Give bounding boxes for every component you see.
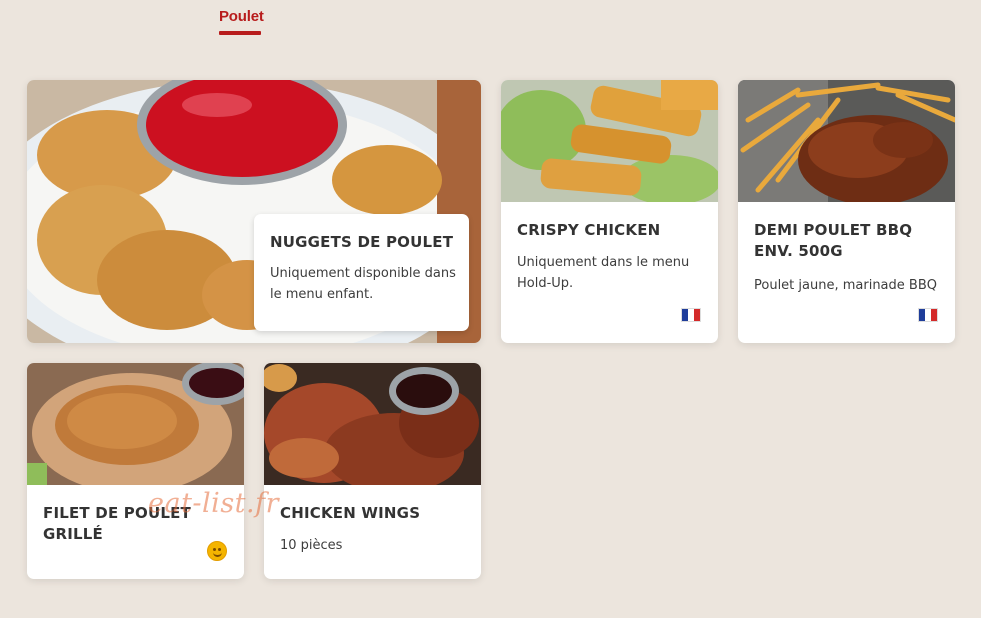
card-title: Chicken wings bbox=[280, 504, 421, 522]
card-title: Filet de poulet grillé bbox=[43, 504, 191, 543]
card-title: Nuggets de poulet bbox=[270, 233, 454, 251]
tab-poulet[interactable]: Poulet bbox=[219, 8, 264, 25]
crispy-chicken-photo bbox=[501, 80, 718, 202]
menu-card-chicken-wings[interactable]: Chicken wings 10 pièces bbox=[264, 363, 481, 579]
menu-card-crispy-chicken[interactable]: Crispy chicken Uniquement dans le menu H… bbox=[501, 80, 718, 343]
card-description: Uniquement dans le menu Hold-Up. bbox=[517, 255, 690, 291]
menu-card-demi-poulet-bbq[interactable]: Demi poulet BBQ env. 500g Poulet jaune, … bbox=[738, 80, 955, 343]
card-title: Crispy chicken bbox=[517, 221, 661, 239]
demi-poulet-bbq-photo bbox=[738, 80, 955, 202]
card-description: 10 pièces bbox=[280, 538, 343, 553]
france-flag-icon bbox=[918, 308, 938, 322]
france-flag-icon bbox=[681, 308, 701, 322]
menu-card-nuggets[interactable]: Nuggets de poulet Uniquement disponible … bbox=[27, 80, 481, 343]
smiley-icon bbox=[207, 541, 227, 561]
menu-card-filet-de-poulet[interactable]: Filet de poulet grillé bbox=[27, 363, 244, 579]
card-description: Poulet jaune, marinade BBQ bbox=[754, 278, 937, 293]
card-description: Uniquement disponible dans le menu enfan… bbox=[270, 266, 456, 302]
filet-de-poulet-photo bbox=[27, 363, 244, 485]
card-title: Demi poulet BBQ env. 500g bbox=[754, 221, 913, 260]
chicken-wings-photo bbox=[264, 363, 481, 485]
active-tab-indicator bbox=[219, 31, 261, 35]
